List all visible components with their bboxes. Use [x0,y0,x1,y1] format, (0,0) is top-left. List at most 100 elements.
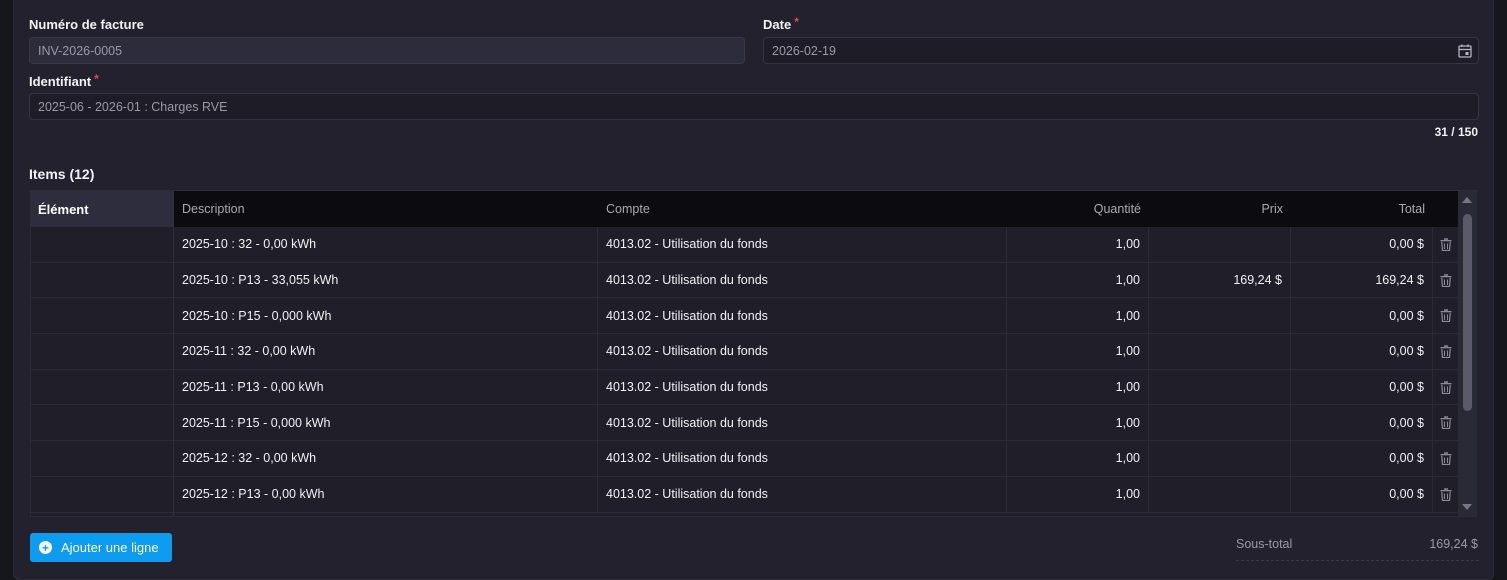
items-section-title: Items (12) [29,166,95,182]
trash-icon[interactable] [1440,452,1452,465]
table-row[interactable]: 2025-11 : P15 - 0,000 kWh 4013.02 - Utili… [174,405,1459,442]
description-cell[interactable]: 2025-11 : P13 - 0,00 kWh [174,369,598,405]
quantity-cell[interactable]: 1,00 [1007,476,1149,512]
scroll-up-arrow-icon[interactable] [1462,197,1472,203]
delete-row-button[interactable] [1433,263,1459,298]
account-cell[interactable]: 4013.02 - Utilisation du fonds [598,405,1007,441]
trash-icon[interactable] [1440,345,1452,358]
items-grid-scrollbar[interactable] [1458,191,1476,516]
delete-row-button[interactable] [1433,298,1459,333]
element-cell[interactable] [31,263,173,299]
add-line-button[interactable]: + Ajouter une ligne [30,533,172,562]
trash-icon[interactable] [1440,309,1452,323]
element-column-header-label: Élément [38,201,89,217]
identifier-char-counter: 31 / 150 [1434,125,1478,139]
table-row[interactable]: 2025-11 : 32 - 0,00 kWh 4013.02 - Utilisa… [174,334,1459,370]
identifier-value: 2025-06 - 2026-01 : Charges RVE [38,99,228,114]
element-cell[interactable] [31,405,173,442]
element-cell[interactable] [31,334,173,370]
delete-row-button[interactable] [1433,227,1459,262]
delete-row-button[interactable] [1433,370,1459,405]
price-cell[interactable] [1149,369,1291,405]
trash-icon[interactable] [1440,273,1452,287]
table-row[interactable]: 2025-12 : 32 - 0,00 kWh 4013.02 - Utilisa… [174,441,1459,477]
element-cell[interactable] [31,370,173,406]
total-cell[interactable]: 0,00 $ [1291,334,1433,369]
price-cell[interactable] [1149,476,1291,512]
element-cell[interactable] [31,477,173,513]
items-grid: Élément Description Compte Quantité Prix… [30,190,1477,517]
table-row[interactable]: 2025-11 : P13 - 0,00 kWh 4013.02 - Utilis… [174,369,1459,406]
table-row[interactable]: 2025-12 : P13 - 0,00 kWh 4013.02 - Utilis… [174,476,1459,513]
total-cell[interactable]: 0,00 $ [1291,227,1433,262]
description-cell[interactable]: 2025-10 : P15 - 0,000 kWh [174,298,598,334]
element-cell[interactable] [31,227,173,263]
table-row[interactable]: 2025-10 : P13 - 33,055 kWh 4013.02 - Util… [174,262,1459,299]
trash-icon[interactable] [1440,416,1452,430]
date-label: Date * [763,15,799,32]
description-column-header[interactable]: Description [174,202,598,216]
total-cell[interactable]: 0,00 $ [1291,441,1433,476]
account-cell[interactable]: 4013.02 - Utilisation du fonds [598,334,1007,369]
total-cell[interactable]: 0,00 $ [1291,369,1433,405]
price-cell[interactable] [1149,334,1291,369]
date-field[interactable]: 2026-02-19 [763,37,1479,64]
date-label-text: Date [763,17,792,32]
price-column-header[interactable]: Prix [1149,202,1291,216]
price-cell[interactable] [1149,405,1291,441]
delete-row-button[interactable] [1433,334,1459,369]
trash-icon[interactable] [1440,238,1452,251]
account-cell[interactable]: 4013.02 - Utilisation du fonds [598,369,1007,405]
total-cell[interactable]: 0,00 $ [1291,476,1433,512]
account-cell[interactable]: 4013.02 - Utilisation du fonds [598,476,1007,512]
quantity-cell[interactable]: 1,00 [1007,227,1149,262]
trash-icon[interactable] [1440,487,1452,501]
price-cell[interactable] [1149,441,1291,476]
items-table-body: 2025-10 : 32 - 0,00 kWh 4013.02 - Utilisa… [174,227,1459,513]
description-cell[interactable]: 2025-10 : 32 - 0,00 kWh [174,227,598,262]
account-column-header[interactable]: Compte [598,202,1007,216]
quantity-cell[interactable]: 1,00 [1007,369,1149,405]
subtotal-divider [1236,560,1479,561]
quantity-cell[interactable]: 1,00 [1007,441,1149,476]
total-cell[interactable]: 0,00 $ [1291,298,1433,334]
quantity-cell[interactable]: 1,00 [1007,262,1149,298]
date-required-mark: * [794,15,799,29]
description-cell[interactable]: 2025-10 : P13 - 33,055 kWh [174,262,598,298]
account-cell[interactable]: 4013.02 - Utilisation du fonds [598,441,1007,476]
price-cell[interactable]: 169,24 $ [1149,262,1291,298]
total-cell[interactable]: 0,00 $ [1291,405,1433,441]
account-cell[interactable]: 4013.02 - Utilisation du fonds [598,262,1007,298]
description-cell[interactable]: 2025-11 : P15 - 0,000 kWh [174,405,598,441]
description-cell[interactable]: 2025-12 : P13 - 0,00 kWh [174,476,598,512]
table-row[interactable]: 2025-10 : P15 - 0,000 kWh 4013.02 - Utili… [174,298,1459,335]
description-cell[interactable]: 2025-11 : 32 - 0,00 kWh [174,334,598,369]
trash-icon[interactable] [1440,380,1452,394]
price-cell[interactable] [1149,298,1291,334]
invoice-number-field: INV-2026-0005 [29,37,745,64]
element-column-header[interactable]: Élément [31,191,173,227]
total-cell[interactable]: 169,24 $ [1291,262,1433,298]
delete-row-button[interactable] [1433,477,1459,512]
date-value: 2026-02-19 [772,43,836,58]
quantity-cell[interactable]: 1,00 [1007,298,1149,334]
element-cell[interactable] [31,298,173,335]
price-cell[interactable] [1149,227,1291,262]
account-cell[interactable]: 4013.02 - Utilisation du fonds [598,227,1007,262]
identifier-required-mark: * [94,72,99,86]
quantity-column-header[interactable]: Quantité [1007,202,1149,216]
quantity-cell[interactable]: 1,00 [1007,334,1149,369]
delete-row-button[interactable] [1433,441,1459,476]
account-cell[interactable]: 4013.02 - Utilisation du fonds [598,298,1007,334]
calendar-icon[interactable] [1457,43,1473,59]
scroll-down-arrow-icon[interactable] [1462,504,1472,510]
identifier-field[interactable]: 2025-06 - 2026-01 : Charges RVE [29,93,1479,120]
table-row[interactable]: 2025-10 : 32 - 0,00 kWh 4013.02 - Utilisa… [174,227,1459,263]
delete-row-button[interactable] [1433,405,1459,440]
total-column-header[interactable]: Total [1291,202,1433,216]
description-cell[interactable]: 2025-12 : 32 - 0,00 kWh [174,441,598,476]
element-cell[interactable] [31,441,173,477]
add-line-button-label: Ajouter une ligne [61,540,159,555]
quantity-cell[interactable]: 1,00 [1007,405,1149,441]
scrollbar-thumb[interactable] [1463,214,1472,411]
